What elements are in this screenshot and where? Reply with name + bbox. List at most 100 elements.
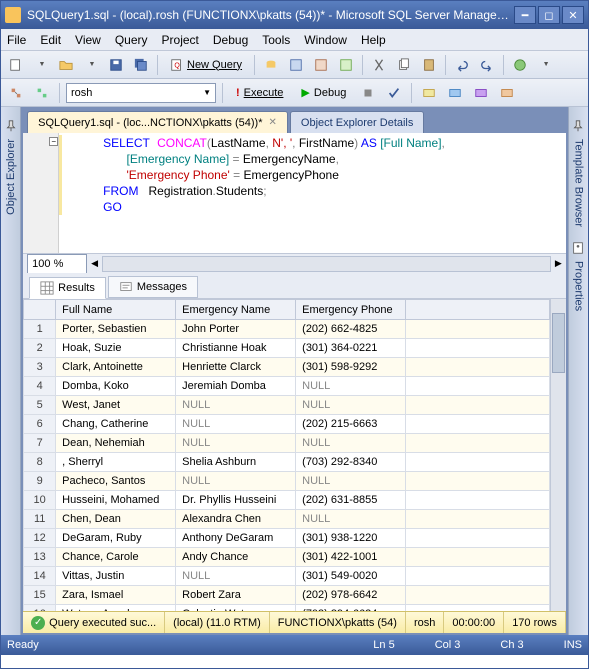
row-number[interactable]: 7 [24,434,56,453]
cell[interactable]: NULL [296,396,406,415]
cell[interactable]: Alexandra Chen [176,510,296,529]
table-row[interactable]: 6Chang, CatherineNULL(202) 215-6663 [24,415,550,434]
paste-button[interactable] [418,54,440,76]
row-number[interactable]: 13 [24,548,56,567]
row-number[interactable]: 5 [24,396,56,415]
cell[interactable]: Zara, Ismael [56,586,176,605]
menu-edit[interactable]: Edit [40,33,61,47]
change-connection-button[interactable] [31,82,53,104]
cell[interactable]: Clark, Antoinette [56,358,176,377]
menu-debug[interactable]: Debug [213,33,248,47]
col-header[interactable]: Full Name [56,300,176,320]
template-browser-tab[interactable]: Template Browser [570,133,586,233]
cell[interactable]: Chen, Dean [56,510,176,529]
cell[interactable]: NULL [296,377,406,396]
open-button[interactable] [55,54,77,76]
include-stats-icon[interactable] [470,82,492,104]
cell[interactable]: NULL [176,396,296,415]
table-row[interactable]: 15Zara, IsmaelRobert Zara(202) 978-6642 [24,586,550,605]
row-number[interactable]: 12 [24,529,56,548]
menu-tools[interactable]: Tools [262,33,290,47]
cell[interactable]: Henriette Clarck [176,358,296,377]
cell[interactable]: (301) 598-9292 [296,358,406,377]
col-header[interactable] [24,300,56,320]
results-grid[interactable]: Full NameEmergency NameEmergency Phone1P… [23,299,550,611]
col-header[interactable]: Emergency Phone [296,300,406,320]
dmx-query-icon[interactable] [310,54,332,76]
row-number[interactable]: 2 [24,339,56,358]
row-number[interactable]: 14 [24,567,56,586]
cell[interactable]: (202) 215-6663 [296,415,406,434]
menu-query[interactable]: Query [115,33,148,47]
connect-button[interactable] [5,82,27,104]
dropdown-icon[interactable]: ▼ [80,54,102,76]
cell[interactable]: (301) 364-0221 [296,339,406,358]
scroll-right-icon[interactable]: ▶ [555,258,562,269]
cancel-query-button[interactable] [357,82,379,104]
table-row[interactable]: 4Domba, KokoJeremiah DombaNULL [24,377,550,396]
cell[interactable]: Dr. Phyllis Husseini [176,491,296,510]
pushpin-icon[interactable] [4,119,18,133]
cell[interactable]: (301) 938-1220 [296,529,406,548]
menu-project[interactable]: Project [162,33,199,47]
cell[interactable]: (202) 662-4825 [296,320,406,339]
include-plan-icon[interactable] [444,82,466,104]
cell[interactable]: Christianne Hoak [176,339,296,358]
cell[interactable]: (301) 422-1001 [296,548,406,567]
cell[interactable]: DeGaram, Ruby [56,529,176,548]
cell[interactable]: (202) 978-6642 [296,586,406,605]
close-button[interactable]: ✕ [562,6,584,24]
mdx-query-icon[interactable] [285,54,307,76]
cell[interactable]: Chance, Carole [56,548,176,567]
table-row[interactable]: 3Clark, AntoinetteHenriette Clarck(301) … [24,358,550,377]
cell[interactable]: West, Janet [56,396,176,415]
sql-code[interactable]: SELECT CONCAT(LastName, N', ', FirstName… [59,133,449,253]
display-plan-icon[interactable] [418,82,440,104]
minimize-button[interactable]: ━ [514,6,536,24]
database-combo[interactable]: rosh ▼ [66,83,216,103]
xmla-query-icon[interactable] [335,54,357,76]
menu-view[interactable]: View [75,33,101,47]
cell[interactable]: NULL [296,472,406,491]
properties-icon[interactable] [571,241,585,255]
new-project-button[interactable] [5,54,27,76]
copy-button[interactable] [393,54,415,76]
scroll-left-icon[interactable]: ◀ [91,258,98,269]
cell[interactable]: , Sherryl [56,453,176,472]
cell[interactable]: NULL [176,567,296,586]
cell[interactable]: Andy Chance [176,548,296,567]
maximize-button[interactable]: ◻ [538,6,560,24]
table-row[interactable]: 7Dean, NehemiahNULLNULL [24,434,550,453]
table-row[interactable]: 14Vittas, JustinNULL(301) 549-0020 [24,567,550,586]
collapse-icon[interactable]: − [49,137,58,146]
cell[interactable]: Vittas, Justin [56,567,176,586]
cell[interactable]: NULL [296,434,406,453]
table-row[interactable]: 8, SherrylShelia Ashburn(703) 292-8340 [24,453,550,472]
cell[interactable]: Anthony DeGaram [176,529,296,548]
cell[interactable]: Pacheco, Santos [56,472,176,491]
sql-editor[interactable]: − SELECT CONCAT(LastName, N', ', FirstNa… [23,133,566,253]
cell[interactable]: NULL [176,472,296,491]
table-row[interactable]: 2Hoak, SuzieChristianne Hoak(301) 364-02… [24,339,550,358]
tab-sqlquery1[interactable]: SQLQuery1.sql - (loc...NCTIONX\pkatts (5… [27,111,288,133]
results-tab[interactable]: Results [29,277,106,299]
cell[interactable]: Hoak, Suzie [56,339,176,358]
table-row[interactable]: 12DeGaram, RubyAnthony DeGaram(301) 938-… [24,529,550,548]
save-button[interactable] [105,54,127,76]
table-row[interactable]: 10Husseini, MohamedDr. Phyllis Husseini(… [24,491,550,510]
scrollbar-thumb[interactable] [552,313,565,373]
db-engine-query-icon[interactable] [260,54,282,76]
table-row[interactable]: 11Chen, DeanAlexandra ChenNULL [24,510,550,529]
row-number[interactable]: 8 [24,453,56,472]
options-icon[interactable] [496,82,518,104]
cell[interactable]: Husseini, Mohamed [56,491,176,510]
save-all-button[interactable] [130,54,152,76]
redo-button[interactable] [476,54,498,76]
row-number[interactable]: 4 [24,377,56,396]
cell[interactable]: Dean, Nehemiah [56,434,176,453]
cell[interactable]: Chang, Catherine [56,415,176,434]
table-row[interactable]: 1Porter, SebastienJohn Porter(202) 662-4… [24,320,550,339]
properties-tab[interactable]: Properties [570,255,586,317]
cell[interactable]: NULL [296,510,406,529]
activity-monitor-icon[interactable] [509,54,531,76]
